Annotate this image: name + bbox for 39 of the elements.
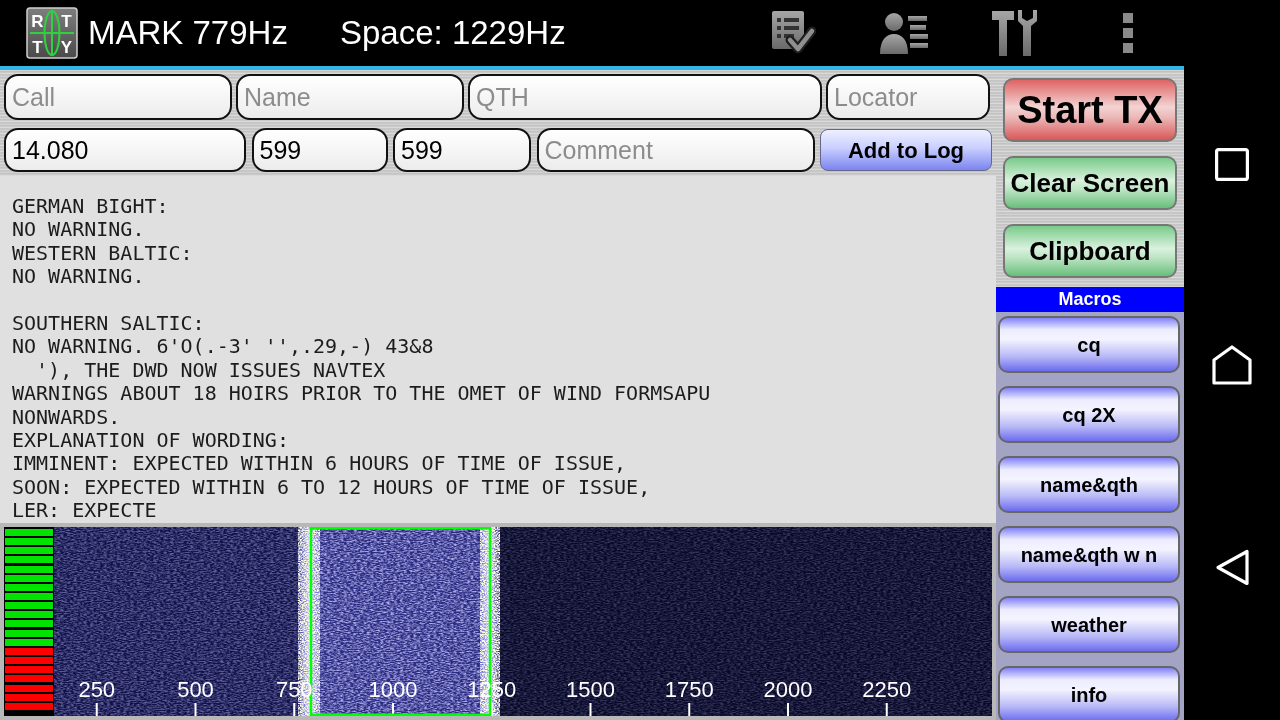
input-field[interactable]: 599	[251, 128, 388, 172]
input-field[interactable]: QTH	[468, 74, 822, 120]
input-field[interactable]: 14.080	[4, 128, 246, 172]
input-field[interactable]: Locator	[826, 74, 990, 120]
frequency-scale-label: 1250	[467, 679, 517, 701]
macro-button[interactable]: info	[998, 666, 1180, 720]
action-button[interactable]: Clipboard	[1003, 224, 1177, 278]
input-field[interactable]: 599	[393, 128, 531, 172]
start-tx-button[interactable]: Start TX	[1003, 78, 1177, 142]
macros-header: Macros	[996, 287, 1184, 313]
macro-button[interactable]: name&qth	[998, 456, 1180, 514]
mark-frequency-label: MARK 779Hz	[88, 13, 288, 51]
space-frequency-label: Space: 1229Hz	[340, 14, 566, 52]
input-field[interactable]: Call	[4, 74, 232, 120]
frequency-scale-label: 1500	[566, 679, 615, 701]
frequency-scale-label: 250	[78, 679, 116, 701]
app-logo: R T T Y	[26, 7, 78, 59]
macro-button[interactable]: cq 2X	[998, 386, 1180, 444]
tools-icon[interactable]	[990, 9, 1040, 57]
macro-button[interactable]: name&qth w n	[998, 526, 1180, 584]
back-icon[interactable]	[1214, 549, 1250, 586]
frequency-scale-label: 2250	[862, 679, 912, 701]
frequency-scale-label: 1750	[664, 679, 714, 701]
macro-button[interactable]: weather	[998, 596, 1180, 654]
macro-button[interactable]: cq	[998, 316, 1180, 374]
add-to-log-button[interactable]: Add to Log	[820, 129, 992, 171]
overflow-menu-icon[interactable]	[1123, 13, 1133, 53]
checklist-icon[interactable]	[770, 10, 816, 56]
input-field[interactable]: Name	[236, 74, 464, 120]
recent-apps-icon[interactable]	[1215, 148, 1249, 181]
input-field[interactable]: Comment	[536, 128, 815, 172]
action-button[interactable]: Clear Screen	[1003, 156, 1177, 210]
frequency-scale-label: 1000	[368, 679, 418, 701]
person-list-icon[interactable]	[880, 11, 928, 55]
home-icon[interactable]	[1212, 345, 1252, 385]
received-text: GERMAN BIGHT: NO WARNING. WESTERN BALTIC: NO WARNING.	[12, 195, 194, 289]
frequency-scale-label: 500	[177, 679, 214, 701]
received-text: SOUTHERN SALTIC: NO WARNING. 6'O(.-3' '',.29,-) 43&8 '), THE DWD NOW ISSUES NAVTEX WARNINGS ABOUT 18 HOIRS PRIOR TO THE OMET OF WIND FORMSAPU NONWARDS. EXPLANATION OF WORDING: IMMINENT: EXPECTED WITHIN 6 HOURS OF TIME OF ISSUE, SOON: EXPECTED WITHIN 6 TO 12 HOURS OF TIME OF ISSUE, LER: EXPECTE	[12, 312, 712, 523]
frequency-scale-label: 2000	[763, 679, 813, 701]
